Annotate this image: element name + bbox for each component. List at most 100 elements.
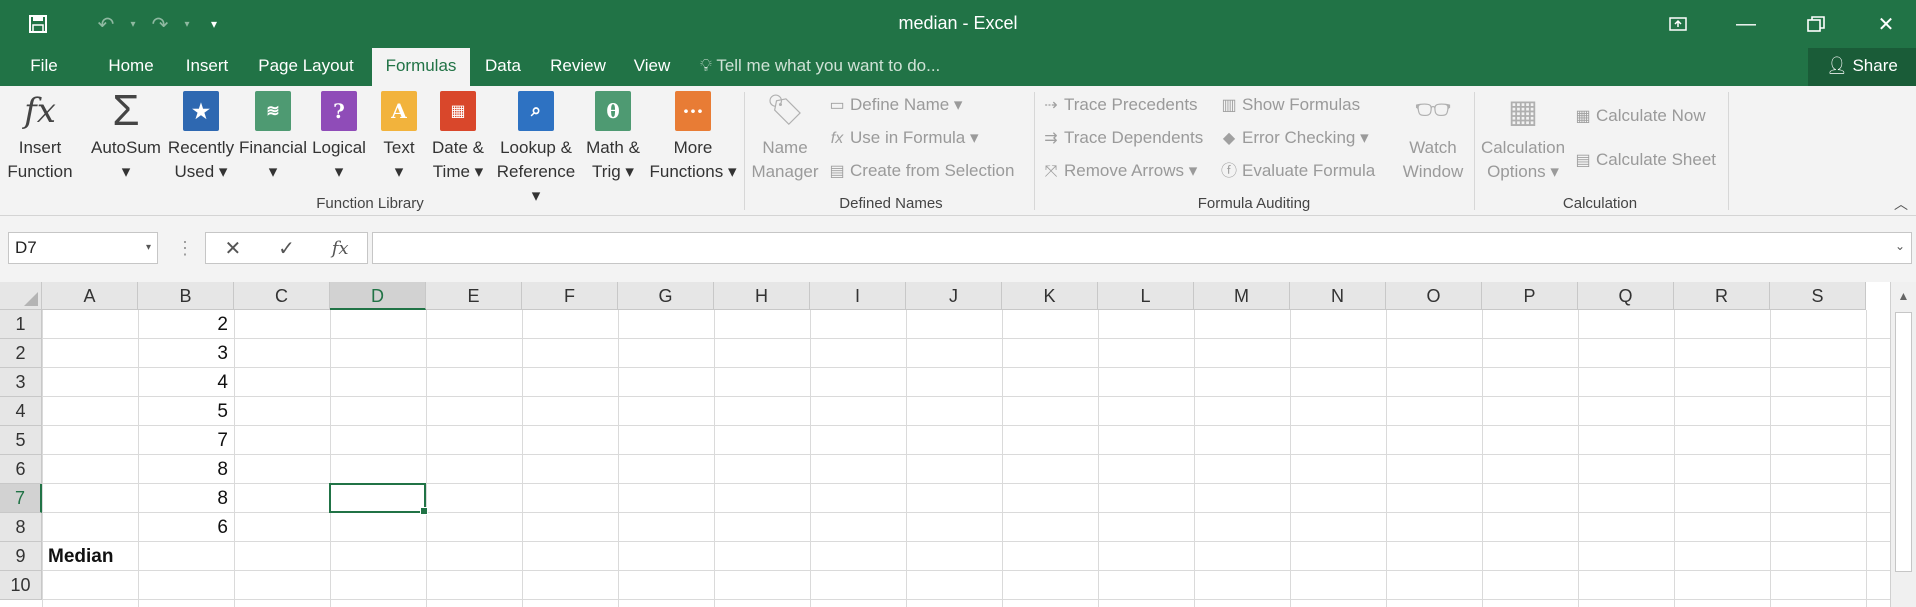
column-header-f[interactable]: F [522,282,618,310]
trace-dependents-button[interactable]: ⇉ Trace Dependents [1040,125,1203,151]
column-header-n[interactable]: N [1290,282,1386,310]
column-header-c[interactable]: C [234,282,330,310]
cell-b7[interactable]: 8 [138,484,234,513]
cell-b6[interactable]: 8 [138,455,234,484]
define-name-button[interactable]: ▭ Define Name ▾ [826,92,962,118]
ribbon-display-icon[interactable] [1650,8,1706,40]
minimize-icon[interactable]: — [1718,8,1774,40]
remove-arrows-button[interactable]: ⤧ Remove Arrows ▾ [1040,158,1198,184]
select-all-button[interactable] [0,282,42,310]
row-header-6[interactable]: 6 [0,455,42,484]
cell-b5[interactable]: 7 [138,426,234,455]
tab-data[interactable]: Data [478,48,528,86]
row-header-7[interactable]: 7 [0,484,42,513]
cancel-entry-icon[interactable]: ✕ [224,236,241,261]
scroll-up-icon[interactable]: ▲ [1891,284,1916,308]
tab-home[interactable]: Home [100,48,162,86]
calculation-options-button[interactable]: ▦ Calculation Options ▾ [1478,90,1568,184]
vertical-scrollbar[interactable]: ▲ [1890,282,1916,607]
cell-area[interactable]: 2 3 4 5 7 8 8 6 Median [42,310,1890,607]
column-header-l[interactable]: L [1098,282,1194,310]
column-header-j[interactable]: J [906,282,1002,310]
tab-page-layout[interactable]: Page Layout [252,48,360,86]
evaluate-formula-label: Evaluate Formula [1242,161,1376,180]
tab-file[interactable]: File [16,48,72,86]
text-button[interactable]: A Text ▾ [374,90,424,184]
row-header-10[interactable]: 10 [0,571,42,600]
logical-dropdown: ▾ [334,162,344,181]
error-checking-button[interactable]: ◆ Error Checking ▾ [1218,125,1369,151]
row-header-5[interactable]: 5 [0,426,42,455]
magnifier-book-icon: ⌕ [518,91,554,131]
cell-b8[interactable]: 6 [138,513,234,542]
calculate-sheet-button[interactable]: ▤ Calculate Sheet [1572,147,1716,173]
column-header-b[interactable]: B [138,282,234,310]
star-book-icon: ★ [183,91,219,131]
row-header-2[interactable]: 2 [0,339,42,368]
logical-button[interactable]: ? Logical ▾ [308,90,370,184]
collapse-ribbon-icon[interactable]: ︿ [1894,194,1908,214]
tab-insert[interactable]: Insert [176,48,238,86]
name-manager-button[interactable]: 🏷︎ Name Manager [748,90,822,184]
column-header-a[interactable]: A [42,282,138,310]
math-trig-button[interactable]: θ Math & Trig ▾ [580,90,646,184]
close-icon[interactable]: ✕ [1858,8,1914,40]
financial-button[interactable]: ≋ Financial ▾ [238,90,308,184]
cell-b4[interactable]: 5 [138,397,234,426]
evaluate-formula-button[interactable]: ⓕ Evaluate Formula [1218,158,1375,184]
tab-formulas[interactable]: Formulas [372,48,470,86]
column-header-o[interactable]: O [1386,282,1482,310]
tab-view[interactable]: View [626,48,678,86]
formula-input[interactable]: ⌄ [372,232,1912,264]
recently-used-button[interactable]: ★ Recently Used ▾ [166,90,236,184]
formula-bar-grip-icon[interactable]: ⋮ [176,238,194,259]
row-header-9[interactable]: 9 [0,542,42,571]
autosum-button[interactable]: Σ AutoSum ▾ [88,89,164,184]
use-in-formula-button[interactable]: fx Use in Formula ▾ [826,125,979,151]
column-header-d[interactable]: D [330,282,426,310]
cell-b1[interactable]: 2 [138,310,234,339]
restore-icon[interactable] [1788,8,1844,40]
column-header-p[interactable]: P [1482,282,1578,310]
column-header-m[interactable]: M [1194,282,1290,310]
column-header-i[interactable]: I [810,282,906,310]
insert-function-button[interactable]: fx Insert Function [4,90,76,184]
calculate-now-button[interactable]: ▦ Calculate Now [1572,103,1705,129]
watch-window-button[interactable]: 👓︎ Watch Window [1392,90,1474,184]
row-header-8[interactable]: 8 [0,513,42,542]
name-box-dropdown-icon[interactable]: ▾ [146,233,151,263]
tell-me-search[interactable]: 💡︎ Tell me what you want to do... [700,48,940,86]
column-header-h[interactable]: H [714,282,810,310]
worksheet-grid[interactable]: ABCDEFGHIJKLMNOPQRS 1 2 3 4 5 6 7 8 9 10 23457886… [0,282,1916,607]
column-header-s[interactable]: S [1770,282,1866,310]
cell-b2[interactable]: 3 [138,339,234,368]
row-header-3[interactable]: 3 [0,368,42,397]
row-header-4[interactable]: 4 [0,397,42,426]
column-header-k[interactable]: K [1002,282,1098,310]
column-header-r[interactable]: R [1674,282,1770,310]
tab-review[interactable]: Review [544,48,612,86]
insert-function-fx-icon[interactable]: fx [332,238,349,259]
date-time-button[interactable]: ▦ Date & Time ▾ [426,90,490,184]
expand-formula-bar-icon[interactable]: ⌄ [1895,239,1905,253]
cell-b3[interactable]: 4 [138,368,234,397]
more-functions-button[interactable]: ··· More Functions ▾ [648,90,738,184]
column-header-g[interactable]: G [618,282,714,310]
scrollbar-thumb[interactable] [1895,312,1912,572]
calculator-icon: ▦ [1507,93,1539,129]
show-formulas-button[interactable]: ▥ Show Formulas [1218,92,1360,118]
column-header-e[interactable]: E [426,282,522,310]
column-header-q[interactable]: Q [1578,282,1674,310]
financial-dropdown: ▾ [268,162,278,181]
confirm-entry-icon[interactable]: ✓ [278,236,295,261]
trace-precedents-button[interactable]: ⇢ Trace Precedents [1040,92,1197,118]
cell-a9[interactable]: Median [42,542,138,571]
lookup-reference-button[interactable]: ⌕ Lookup & Reference ▾ [492,90,580,208]
evaluate-formula-icon: ⓕ [1220,163,1237,180]
row-header-1[interactable]: 1 [0,310,42,339]
create-from-selection-button[interactable]: ▤ Create from Selection [826,158,1014,184]
active-cell-d7[interactable] [329,483,428,515]
name-box[interactable]: D7 ▾ [8,232,158,264]
share-button[interactable]: 👤︎ Share [1808,48,1916,86]
group-separator [1474,92,1475,210]
